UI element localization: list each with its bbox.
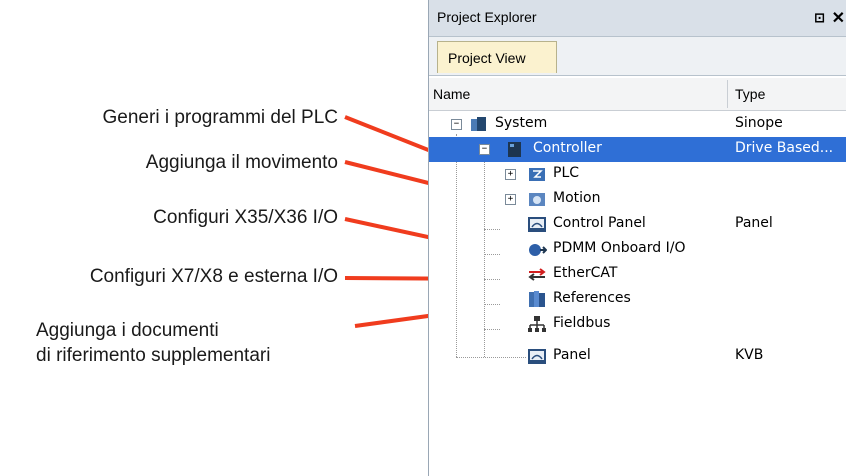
tree-label: Motion bbox=[553, 190, 601, 206]
tree-label: PDMM Onboard I/O bbox=[553, 240, 686, 256]
references-icon bbox=[529, 291, 545, 307]
motion-icon bbox=[529, 193, 545, 206]
tree-label: System bbox=[495, 115, 548, 131]
collapse-toggle[interactable]: − bbox=[451, 119, 462, 130]
tree-item-controller[interactable]: − Controller Drive Based... bbox=[429, 137, 846, 162]
tree-item-system[interactable]: − System Sinope bbox=[429, 112, 846, 137]
plc-icon bbox=[529, 168, 545, 181]
controller-icon bbox=[508, 142, 521, 157]
fieldbus-icon bbox=[528, 316, 546, 332]
tree-label: References bbox=[553, 290, 631, 306]
onboard-io-icon bbox=[529, 244, 547, 256]
tree-item-plc[interactable]: + PLC bbox=[429, 162, 846, 187]
tree-item-motion[interactable]: + Motion bbox=[429, 187, 846, 212]
expand-toggle[interactable]: + bbox=[505, 194, 516, 205]
tree-label: Controller bbox=[533, 140, 602, 156]
title-bar: Project Explorer ⊡ ✕ bbox=[429, 0, 846, 37]
tree-type: KVB bbox=[735, 347, 764, 363]
tab-label: Project View bbox=[448, 50, 526, 66]
project-tree: − System Sinope − Controller Drive Based… bbox=[429, 112, 846, 382]
tree-label: Panel bbox=[553, 347, 591, 363]
column-header: Name Type bbox=[429, 78, 846, 111]
tree-label: EtherCAT bbox=[553, 265, 618, 281]
tree-item-references[interactable]: References bbox=[429, 287, 846, 312]
tree-item-onboard-io[interactable]: PDMM Onboard I/O bbox=[429, 237, 846, 262]
tree-type: Sinope bbox=[735, 115, 783, 131]
close-icon[interactable]: ✕ bbox=[832, 8, 845, 28]
tree-item-control-panel[interactable]: Control Panel Panel bbox=[429, 212, 846, 237]
project-explorer-panel: Project Explorer ⊡ ✕ Project View Name T… bbox=[428, 0, 846, 476]
column-separator[interactable] bbox=[727, 80, 728, 108]
system-icon bbox=[471, 117, 486, 131]
expand-toggle[interactable]: + bbox=[505, 169, 516, 180]
collapse-toggle[interactable]: − bbox=[479, 144, 490, 155]
tree-item-fieldbus[interactable]: Fieldbus bbox=[429, 312, 846, 337]
tree-item-panel[interactable]: Panel KVB bbox=[429, 344, 846, 369]
column-type-header[interactable]: Type bbox=[735, 86, 765, 102]
tab-strip: Project View bbox=[429, 37, 846, 76]
tree-type: Drive Based... bbox=[735, 140, 834, 156]
control-panel-icon bbox=[528, 217, 546, 232]
panel-title: Project Explorer bbox=[437, 9, 537, 25]
ethercat-icon bbox=[528, 268, 546, 281]
column-name-header[interactable]: Name bbox=[433, 86, 470, 102]
tree-type: Panel bbox=[735, 215, 773, 231]
panel-icon bbox=[528, 349, 546, 364]
tree-label: Control Panel bbox=[553, 215, 646, 231]
tree-label: PLC bbox=[553, 165, 580, 181]
tab-project-view[interactable]: Project View bbox=[437, 41, 557, 73]
tree-label: Fieldbus bbox=[553, 315, 611, 331]
tree-item-ethercat[interactable]: EtherCAT bbox=[429, 262, 846, 287]
pin-icon[interactable]: ⊡ bbox=[814, 10, 825, 26]
